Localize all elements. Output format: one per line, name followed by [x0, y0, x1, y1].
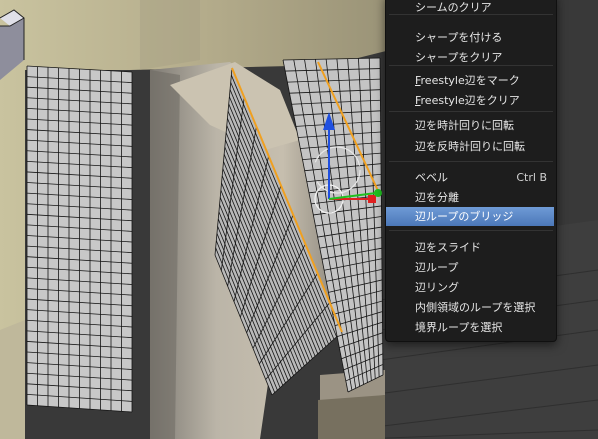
menu-item-label: 辺ループのブリッジ [415, 210, 514, 223]
menu-item-label: 内側領域のループを選択 [415, 301, 536, 314]
menu-item-label: Freestyle辺をクリア [415, 94, 520, 107]
edge-context-menu: シームのクリア シャープを付ける シャープをクリア Freestyle辺をマーク Fre… [385, 0, 557, 342]
gizmo-y-handle[interactable] [374, 189, 382, 197]
menu-item-shortcut: Ctrl B [516, 171, 547, 184]
ground-strip [0, 320, 25, 439]
menu-item[interactable]: 辺ループ [386, 258, 554, 277]
menu-item[interactable]: 辺を反時計回りに回転 [386, 137, 554, 156]
menu-item[interactable]: シームのクリア [386, 0, 554, 17]
menu-item[interactable]: 辺を分離 [386, 188, 554, 207]
menu-item-label: Freestyle辺をマーク [415, 74, 520, 87]
menu-item[interactable]: 辺をスライド [386, 238, 554, 257]
menu-item-label: シャープをクリア [415, 51, 503, 64]
menu-item-label: 辺を時計回りに回転 [415, 119, 514, 132]
menu-separator [389, 161, 553, 162]
menu-item[interactable]: Freestyle辺をマーク [386, 71, 554, 90]
menu-item-label: 境界ループを選択 [415, 321, 503, 334]
left-grid-panel [26, 65, 133, 413]
column-shadow [150, 70, 180, 439]
menu-item-label: シャープを付ける [415, 31, 503, 44]
menu-item-label: 辺リング [415, 281, 459, 294]
menu-item-label: 辺をスライド [415, 241, 481, 254]
menu-item[interactable]: 辺ループのブリッジ [386, 207, 554, 226]
menu-item[interactable]: 辺を時計回りに回転 [386, 116, 554, 135]
menu-separator [389, 111, 553, 112]
menu-item-label: ベベル [415, 171, 448, 184]
menu-separator [389, 230, 553, 231]
column-ledge-dark [318, 395, 385, 439]
menu-item-label: 辺を分離 [415, 191, 459, 204]
menu-item[interactable]: 境界ループを選択 [386, 318, 554, 337]
menu-item[interactable]: Freestyle辺をクリア [386, 91, 554, 110]
menu-item[interactable]: シャープを付ける [386, 28, 554, 47]
menu-item-label: 辺を反時計回りに回転 [415, 140, 525, 153]
menu-item[interactable]: 内側領域のループを選択 [386, 298, 554, 317]
menu-item-label: シームのクリア [415, 1, 492, 14]
menu-item-label: 辺ループ [415, 261, 459, 274]
menu-item[interactable]: ベベル Ctrl B [386, 168, 554, 187]
menu-item[interactable]: 辺リング [386, 278, 554, 297]
gizmo-x-handle[interactable] [368, 195, 376, 203]
menu-item[interactable]: シャープをクリア [386, 48, 554, 67]
background-mesh-dark [140, 0, 200, 70]
